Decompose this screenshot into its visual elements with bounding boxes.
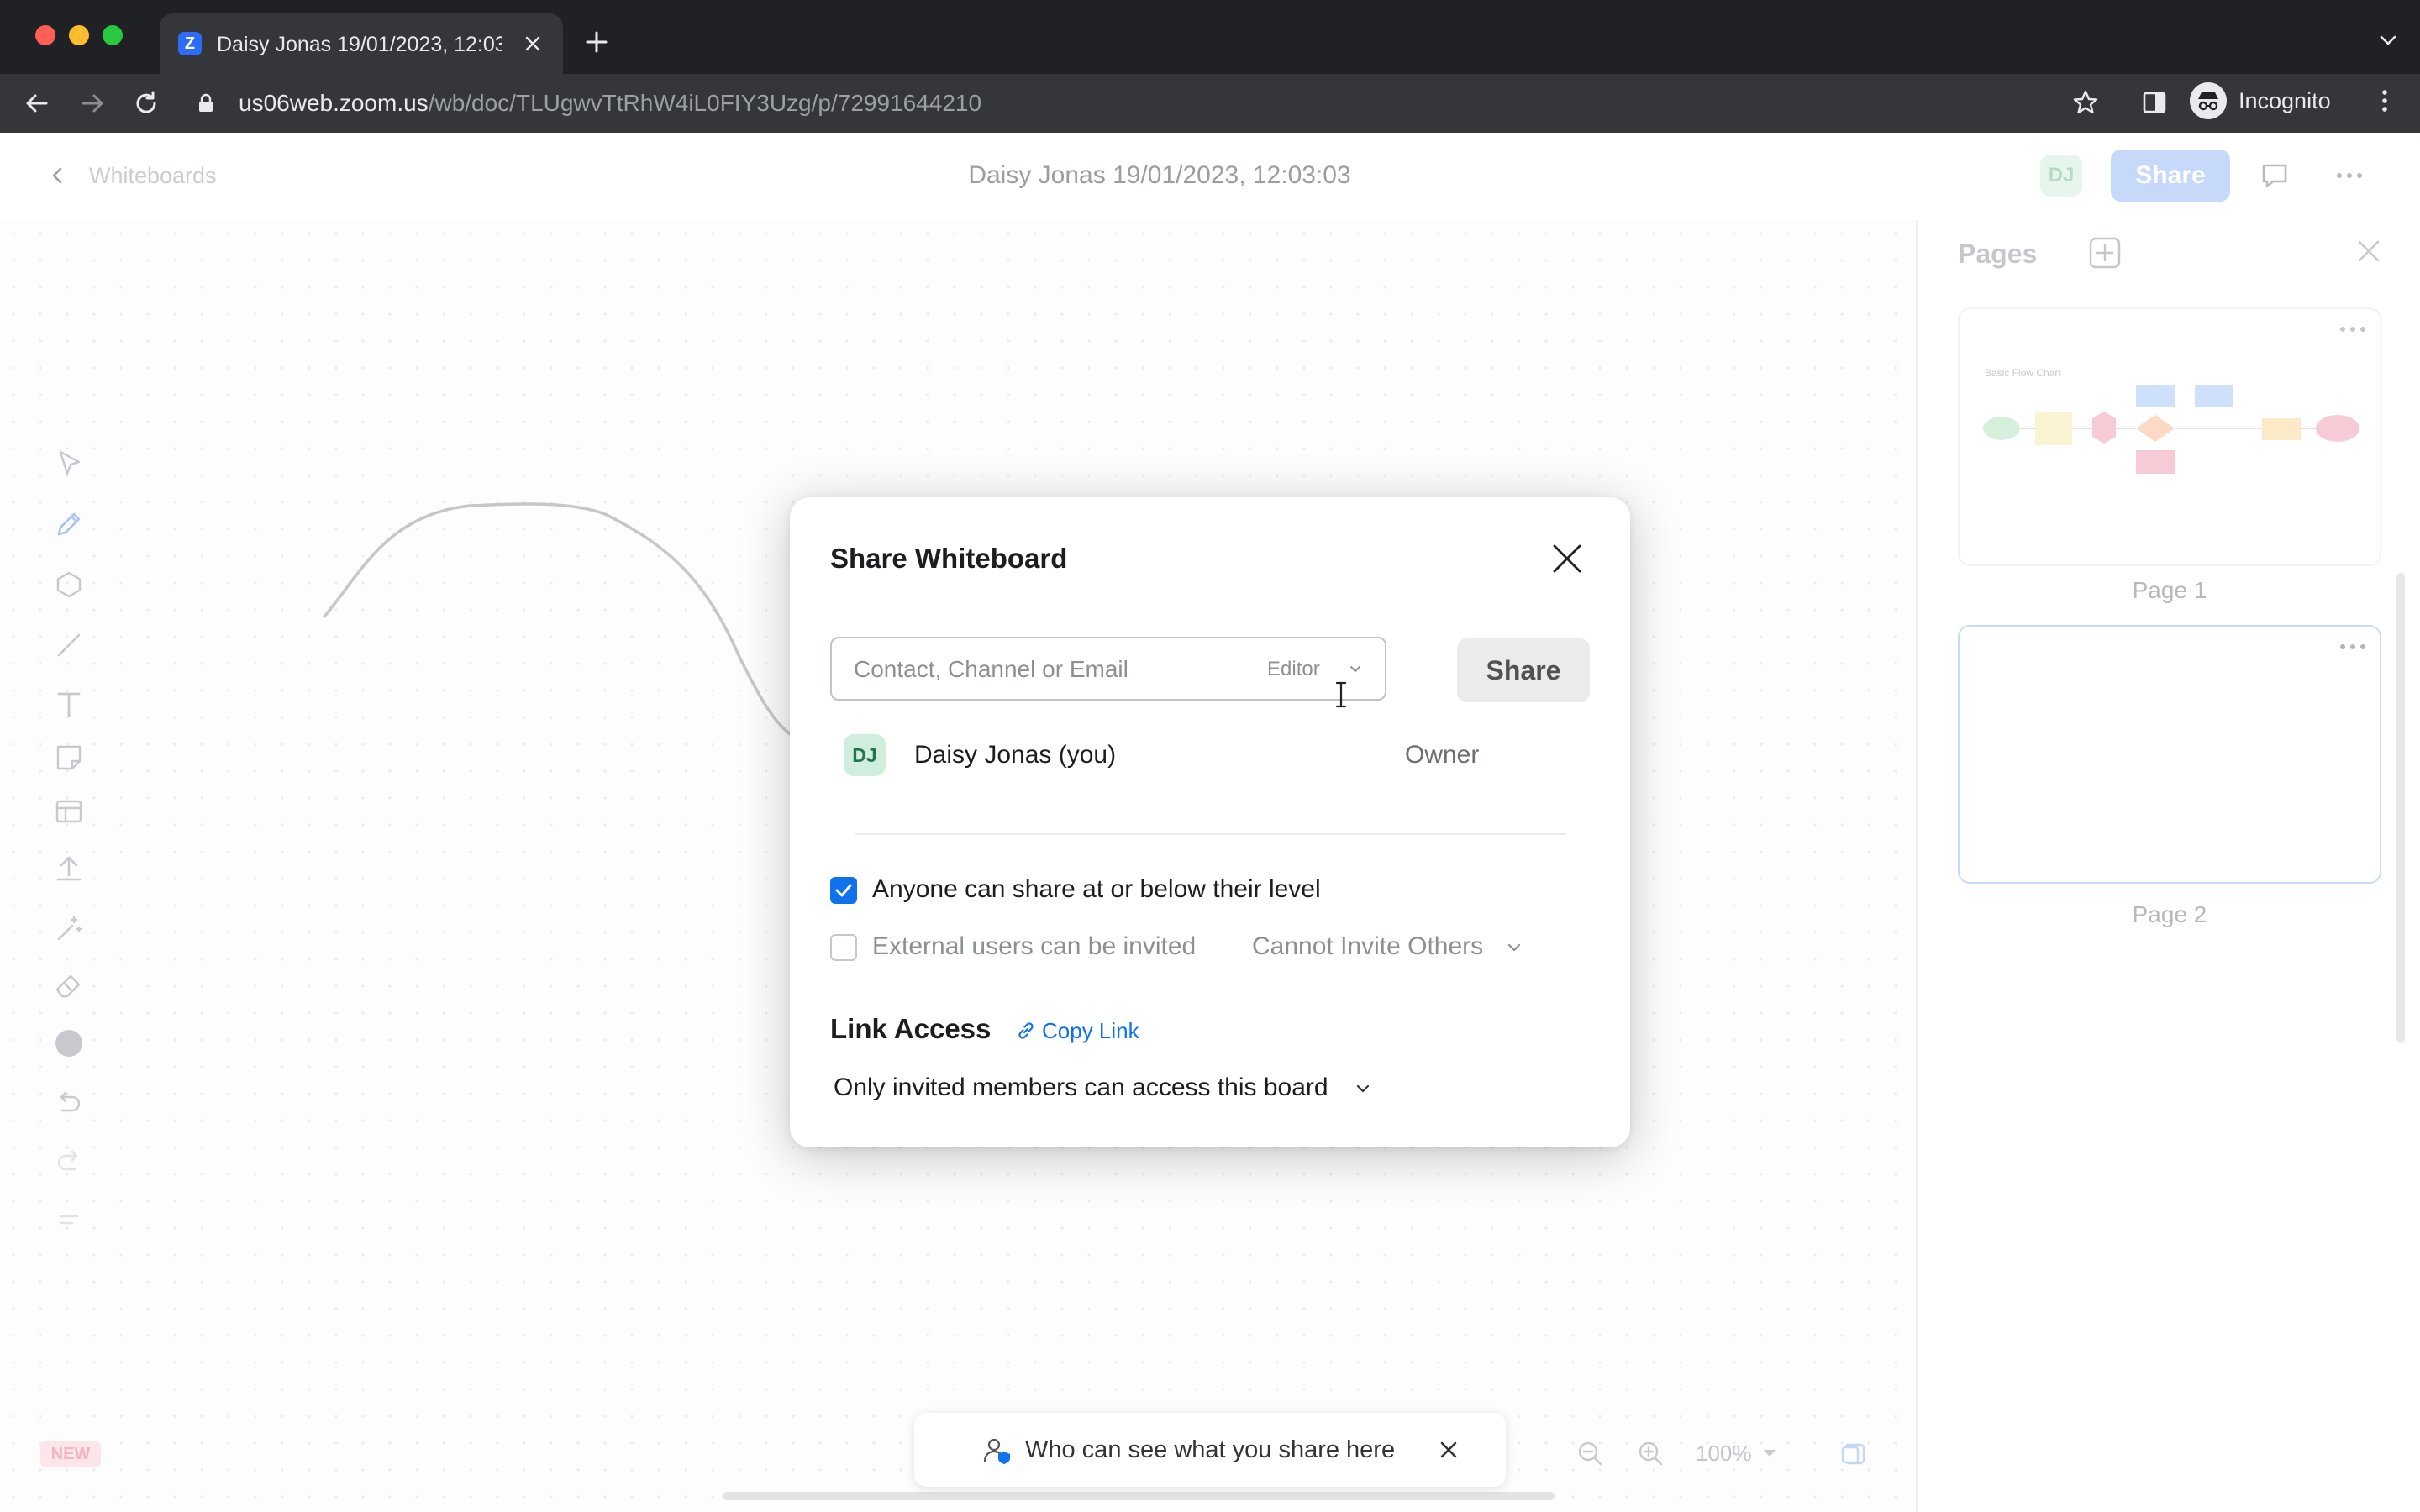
pages-panel: Pages Basic Flow Chart Page 1 Page 2 <box>1916 220 2420 1512</box>
tab-title: Daisy Jonas 19/01/2023, 12:03 <box>217 33 502 56</box>
forward-arrow-icon[interactable] <box>77 88 108 118</box>
thumb-title: Basic Flow Chart <box>1985 367 2061 379</box>
toast-text: Who can see what you share here <box>1025 1436 1396 1463</box>
link-access-heading: Link Access <box>830 1013 992 1044</box>
link-icon <box>1018 1022 1034 1039</box>
zoom-favicon-icon: Z <box>178 32 202 55</box>
member-row: DJ Daisy Jonas (you) Owner <box>830 722 1590 786</box>
browser-menu-kebab-icon[interactable] <box>2370 86 2400 116</box>
header-avatar[interactable]: DJ <box>2040 155 2082 197</box>
zoom-out-icon[interactable] <box>1575 1438 1605 1468</box>
copy-link-label[interactable]: Copy Link <box>1042 1016 1139 1045</box>
zoom-caret-icon[interactable] <box>1761 1446 1778 1460</box>
window-zoom-button[interactable] <box>103 25 123 45</box>
left-toolbar <box>35 428 103 1260</box>
incognito-icon[interactable] <box>2190 82 2227 119</box>
whiteboards-back-link[interactable]: Whiteboards <box>89 161 217 190</box>
page-more-icon[interactable] <box>2338 324 2368 334</box>
toast-close-icon[interactable] <box>1435 1436 1462 1463</box>
side-panel-icon[interactable] <box>2139 87 2170 118</box>
share-level-checkbox[interactable] <box>830 877 857 904</box>
horizontal-scrollbar[interactable] <box>723 1492 1555 1500</box>
chevron-down-icon[interactable] <box>1355 1082 1371 1095</box>
share-whiteboard-dialog: Share Whiteboard Contact, Channel or Ema… <box>790 497 1630 1147</box>
window-minimize-button[interactable] <box>69 25 89 45</box>
flowchart-preview: Basic Flow Chart <box>1983 367 2360 474</box>
document-title[interactable]: Daisy Jonas 19/01/2023, 12:03:03 <box>840 160 1479 192</box>
external-invite-select[interactable]: Cannot Invite Others <box>1252 931 1483 963</box>
sticky-note-icon[interactable] <box>50 739 87 776</box>
reload-icon[interactable] <box>131 88 161 118</box>
bookmark-star-icon[interactable] <box>2070 87 2101 118</box>
page-thumbnail-1[interactable]: Basic Flow Chart <box>1958 307 2381 566</box>
magic-icon[interactable] <box>50 911 87 948</box>
dialog-title: Share Whiteboard <box>830 543 1068 574</box>
whiteboard-header: Whiteboards Daisy Jonas 19/01/2023, 12:0… <box>0 133 2420 220</box>
new-badge[interactable]: NEW <box>40 1441 101 1467</box>
chevron-down-icon[interactable] <box>1348 664 1363 675</box>
drawn-curve[interactable] <box>0 220 924 808</box>
page-label-2[interactable]: Page 2 <box>1958 900 2381 929</box>
pages-title: Pages <box>1958 239 2038 269</box>
text-icon[interactable] <box>50 685 87 722</box>
comments-icon[interactable] <box>2259 160 2291 192</box>
line-icon[interactable] <box>50 627 87 664</box>
address-bar[interactable]: us06web.zoom.us/wb/doc/TLUgwvTtRhW4iL0FI… <box>183 81 2107 126</box>
zoom-in-icon[interactable] <box>1635 1438 1665 1468</box>
link-access-select[interactable]: Only invited members can access this boa… <box>834 1072 1328 1104</box>
back-arrow-icon[interactable] <box>22 88 52 118</box>
page-label-1[interactable]: Page 1 <box>1958 576 2381 605</box>
text-cursor-icon <box>1335 681 1347 708</box>
avatar: DJ <box>844 734 886 776</box>
zoom-level-select[interactable]: 100% <box>1696 1440 1752 1467</box>
member-role: Owner <box>1405 741 1480 769</box>
tab-close-icon[interactable] <box>519 30 546 57</box>
pen-icon[interactable] <box>50 506 87 543</box>
share-level-label[interactable]: Anyone can share at or below their level <box>872 874 1321 906</box>
new-tab-icon[interactable] <box>580 25 613 59</box>
dialog-close-icon[interactable] <box>1549 541 1585 576</box>
lock-icon[interactable] <box>195 92 217 114</box>
invite-contact-input[interactable]: Contact, Channel or Email Editor <box>830 637 1386 701</box>
undo-icon[interactable] <box>50 1085 87 1122</box>
invite-placeholder[interactable]: Contact, Channel or Email <box>854 655 1128 684</box>
close-pages-icon[interactable] <box>2354 237 2383 265</box>
redo-icon[interactable] <box>50 1144 87 1181</box>
share-visibility-toast: Who can see what you share here <box>914 1413 1506 1487</box>
template-icon[interactable] <box>50 793 87 830</box>
page-thumbnail-2[interactable] <box>1958 625 2381 884</box>
role-select[interactable]: Editor <box>1267 657 1320 682</box>
select-icon[interactable] <box>50 445 87 482</box>
tab-search-chevron-icon[interactable] <box>2375 27 2402 54</box>
add-page-icon[interactable] <box>2087 235 2123 270</box>
window-close-button[interactable] <box>35 25 55 45</box>
incognito-label[interactable]: Incognito <box>2238 87 2331 115</box>
shape-icon[interactable] <box>50 566 87 603</box>
browser-tab-strip: Z Daisy Jonas 19/01/2023, 12:03 <box>0 0 2420 74</box>
zoom-controls: 100% <box>1561 1430 1881 1477</box>
person-shield-icon <box>983 1438 1010 1464</box>
upload-icon[interactable] <box>50 850 87 887</box>
page-more-icon[interactable] <box>2338 642 2368 652</box>
back-chevron-icon[interactable] <box>45 161 69 190</box>
checkmark-icon <box>835 884 852 897</box>
url-text: us06web.zoom.us/wb/doc/TLUgwvTtRhW4iL0FI… <box>239 90 982 116</box>
minimap-icon[interactable] <box>1839 1438 1869 1468</box>
browser-toolbar: us06web.zoom.us/wb/doc/TLUgwvTtRhW4iL0FI… <box>0 74 2420 133</box>
pages-scrollbar[interactable] <box>2396 573 2405 1043</box>
browser-tab-active[interactable]: Z Daisy Jonas 19/01/2023, 12:03 <box>160 13 563 74</box>
more-options-icon[interactable] <box>2333 160 2366 192</box>
member-name: Daisy Jonas (you) <box>914 741 1117 769</box>
share-button[interactable]: Share <box>1457 638 1590 702</box>
external-users-checkbox[interactable] <box>830 934 857 961</box>
chevron-down-icon[interactable] <box>1506 941 1523 954</box>
header-share-button[interactable]: Share <box>2111 150 2230 202</box>
external-users-label[interactable]: External users can be invited <box>872 931 1196 963</box>
more-tools-icon[interactable] <box>50 1201 87 1238</box>
eraser-icon[interactable] <box>50 968 87 1005</box>
divider <box>855 833 1566 835</box>
color-icon[interactable] <box>50 1025 87 1062</box>
